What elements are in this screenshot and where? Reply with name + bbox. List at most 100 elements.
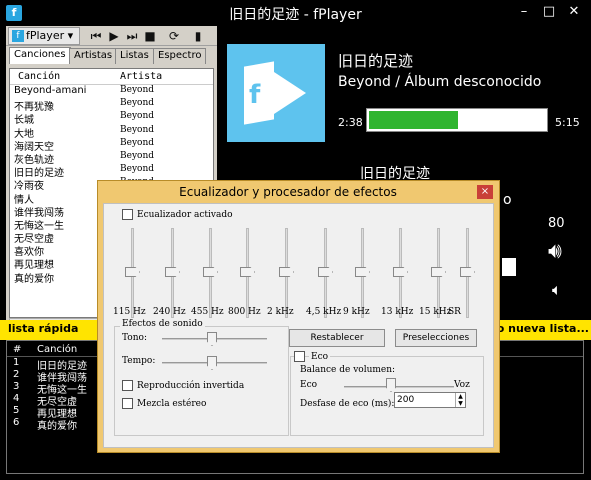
tab-artistas[interactable]: Artistas: [69, 48, 118, 64]
echo-label: Eco: [309, 352, 331, 362]
tab-canciones[interactable]: Canciones: [9, 47, 71, 64]
echo-delay-label: Desfase de eco (ms):: [300, 399, 395, 409]
partial-text: o: [503, 192, 512, 208]
song-artist: Beyond: [120, 98, 155, 109]
eq-band-thumb[interactable]: [431, 267, 446, 277]
eq-enable-checkbox[interactable]: [122, 209, 133, 220]
cover-letter: f: [249, 80, 261, 110]
presets-button[interactable]: Preselecciones: [395, 329, 477, 347]
eq-band-thumb[interactable]: [460, 267, 475, 277]
window-title: 旧日的足迹 - fPlayer: [229, 7, 362, 23]
equalizer-dialog: Ecualizador y procesador de efectos × Ec…: [97, 180, 500, 453]
song-list-header: Canción Artista: [10, 69, 213, 85]
table-row[interactable]: 大地 Beyond: [10, 124, 213, 140]
balance-label: Balance de volumen:: [300, 365, 396, 375]
echo-delay-value: 200: [397, 395, 415, 405]
tab-listas[interactable]: Listas: [115, 48, 154, 64]
title-bar: f 旧日的足迹 - fPlayer – □ ✕: [0, 0, 591, 26]
eq-band-thumb[interactable]: [203, 267, 218, 277]
eq-band-thumb[interactable]: [165, 267, 180, 277]
column-number[interactable]: #: [13, 344, 21, 355]
progress-bar[interactable]: [366, 108, 548, 132]
progress-fill: [369, 111, 458, 129]
app-menu-button[interactable]: f fPlayer ▾: [8, 27, 80, 45]
play-icon[interactable]: ▶: [106, 28, 122, 44]
eq-band-label: 455 Hz: [191, 307, 224, 317]
eq-band-label: 240 Hz: [153, 307, 186, 317]
close-icon[interactable]: ✕: [563, 3, 585, 21]
tab-espectro[interactable]: Espectro: [153, 48, 207, 64]
column-artist[interactable]: Artista: [120, 71, 162, 82]
equalizer-icon[interactable]: ▮: [190, 28, 206, 44]
balance-slider-track[interactable]: [344, 386, 454, 388]
dialog-body: Ecualizador activado 115 Hz 240 Hz 455 Hz 8…: [103, 203, 494, 448]
voice-side-label: Voz: [454, 380, 470, 390]
dialog-close-button[interactable]: ×: [477, 185, 493, 199]
spin-arrows[interactable]: ▲ ▼: [455, 393, 465, 407]
eq-band-thumb[interactable]: [393, 267, 408, 277]
stereo-checkbox[interactable]: [122, 398, 133, 409]
item-number: 3: [13, 381, 20, 392]
cover-play-shape: [274, 72, 306, 114]
echo-side-label: Eco: [300, 380, 318, 390]
tone-label: Tono:: [122, 333, 147, 343]
eq-band-thumb[interactable]: [125, 267, 140, 277]
mute-icon[interactable]: 🔈︎: [552, 280, 562, 300]
repeat-icon[interactable]: ⟳: [166, 28, 182, 44]
eq-band-thumb[interactable]: [318, 267, 333, 277]
minimize-icon[interactable]: –: [513, 3, 535, 21]
eq-band-label: 2 kHz: [267, 307, 294, 317]
eq-band-thumb[interactable]: [355, 267, 370, 277]
now-playing-artist: Beyond / Álbum desconocido: [338, 74, 542, 90]
forward-icon[interactable]: [502, 258, 516, 276]
stop-icon[interactable]: ■: [142, 28, 158, 44]
album-cover: f: [227, 44, 325, 142]
table-row[interactable]: Beyond-amani Beyond: [10, 85, 213, 98]
total-time: 5:15: [555, 116, 580, 129]
reset-button[interactable]: Restablecer: [289, 329, 385, 347]
song-artist: Beyond: [120, 85, 155, 95]
song-artist: Beyond: [120, 124, 155, 135]
eq-band-label: 15 kHz: [419, 307, 452, 317]
item-number: 1: [13, 357, 20, 368]
echo-checkbox[interactable]: [294, 351, 305, 362]
column-song[interactable]: Canción: [37, 344, 77, 355]
song-artist: Beyond: [120, 111, 155, 122]
toolbar: f fPlayer ▾ ⏮ ▶ ⏭ ■ ⟳ ▮: [6, 26, 217, 46]
eq-band-label: 9 kHz: [343, 307, 370, 317]
song-artist: Beyond: [120, 150, 155, 161]
eq-band-thumb[interactable]: [240, 267, 255, 277]
table-row[interactable]: 长城 Beyond: [10, 111, 213, 126]
song-artist: Beyond: [120, 164, 155, 175]
song-title: 真的爱你: [14, 273, 54, 285]
tab-bar: Canciones Artistas Listas Espectro: [6, 47, 217, 64]
maximize-icon[interactable]: □: [538, 3, 560, 21]
tempo-label: Tempo:: [122, 356, 156, 366]
song-title: Beyond-amani: [14, 85, 87, 96]
eq-band-label: 800 Hz: [228, 307, 261, 317]
dialog-title: Ecualizador y procesador de efectos: [179, 185, 397, 199]
eq-band-thumb[interactable]: [279, 267, 294, 277]
volume-icon[interactable]: 🔊︎: [548, 239, 562, 264]
item-number: 5: [13, 405, 20, 416]
table-row[interactable]: 不再犹豫 Beyond: [10, 98, 213, 113]
table-row[interactable]: 灰色轨迹 Beyond: [10, 150, 213, 166]
item-number: 6: [13, 417, 20, 428]
app-menu-label: fPlayer: [26, 29, 65, 42]
next-icon[interactable]: ⏭: [124, 28, 140, 44]
reverse-checkbox[interactable]: [122, 380, 133, 391]
eq-band-label: SR: [448, 307, 461, 317]
quick-list-label: lista rápida: [8, 322, 79, 335]
echo-delay-input[interactable]: 200 ▲ ▼: [394, 392, 466, 408]
effects-group-title: Efectos de sonido: [120, 319, 205, 329]
table-row[interactable]: 海阔天空 Beyond: [10, 137, 213, 153]
eq-band-label: 13 kHz: [381, 307, 414, 317]
item-number: 2: [13, 369, 20, 380]
reverse-label: Reproducción invertida: [137, 381, 245, 391]
song-artist: Beyond: [120, 137, 155, 148]
previous-icon[interactable]: ⏮: [88, 28, 104, 44]
stereo-label: Mezcla estéreo: [137, 399, 207, 409]
table-row[interactable]: 旧日的足迹 Beyond: [10, 164, 213, 179]
new-list-link[interactable]: o nueva lista...: [497, 320, 589, 338]
column-song[interactable]: Canción: [18, 71, 60, 82]
